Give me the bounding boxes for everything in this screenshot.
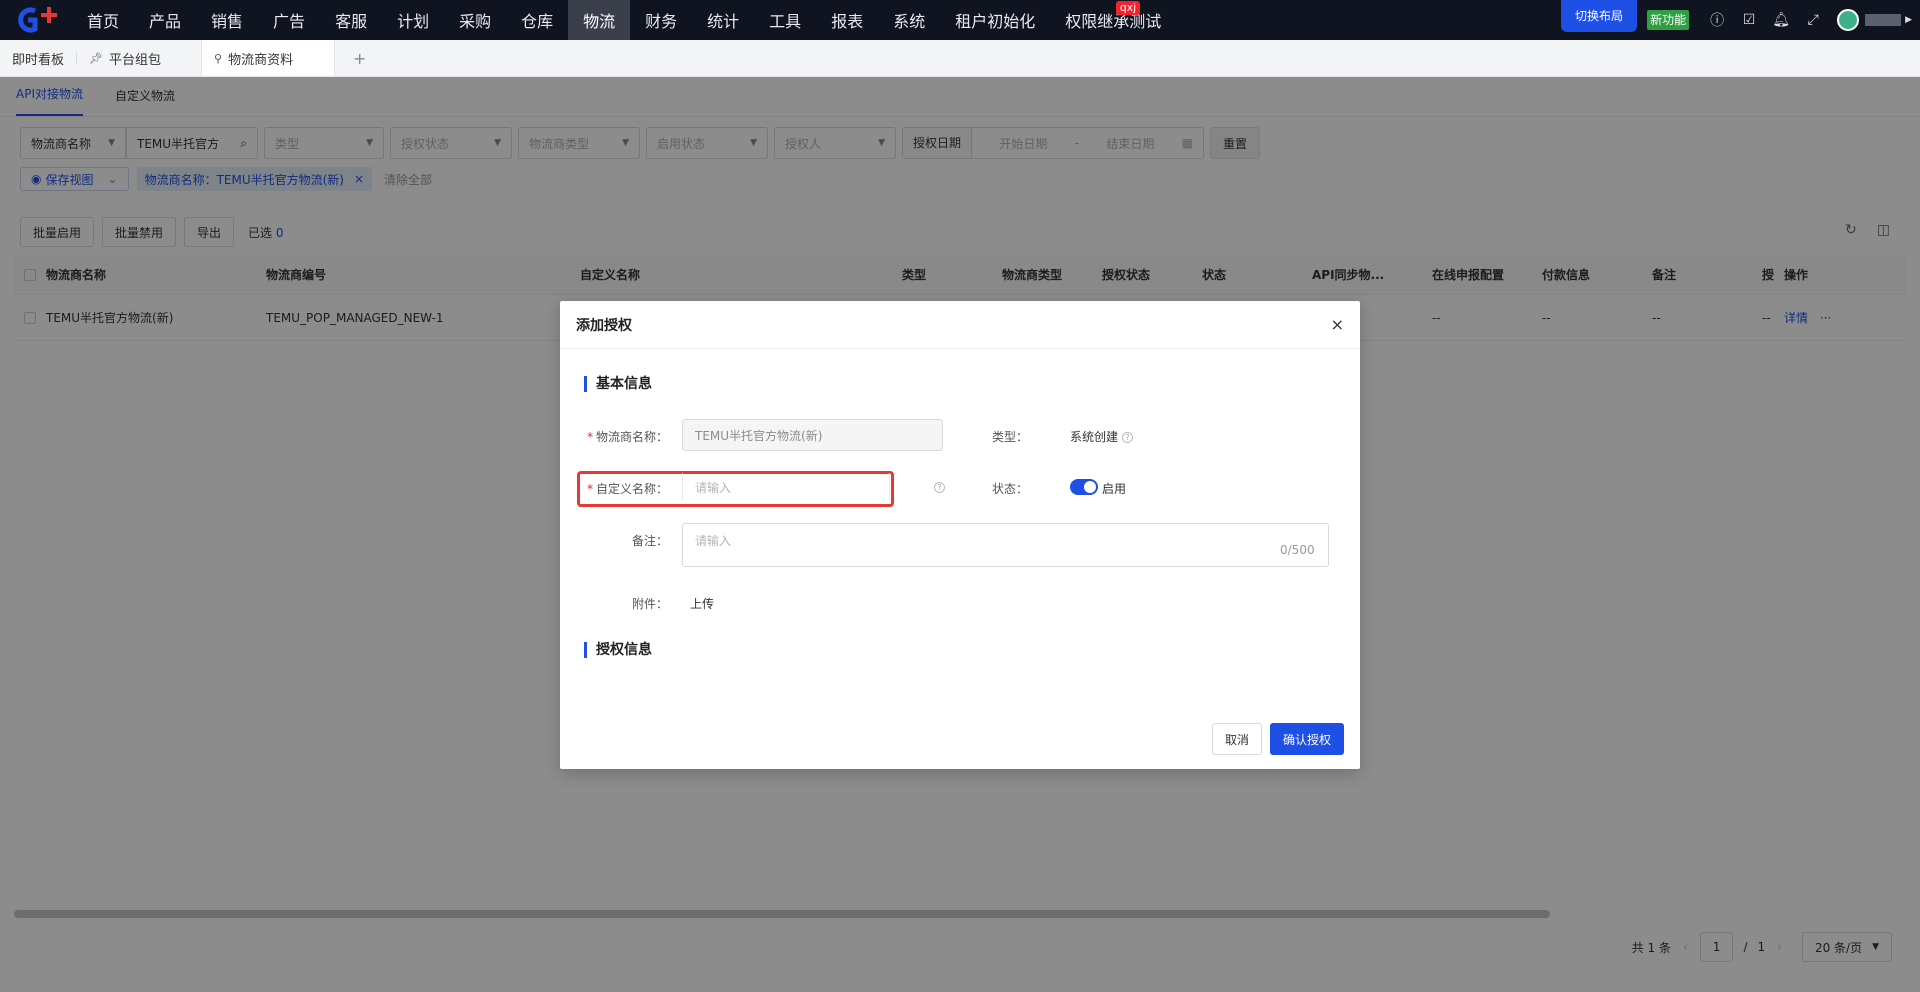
type-value: 系统创建? xyxy=(1070,428,1134,445)
nav-item-0[interactable]: 首页 xyxy=(72,0,134,40)
nav-item-13[interactable]: 系统 xyxy=(878,0,940,40)
nav-item-7[interactable]: 仓库 xyxy=(506,0,568,40)
nav-item-9[interactable]: 财务 xyxy=(630,0,692,40)
add-tab-button[interactable]: + xyxy=(335,40,384,76)
calendar-check-icon[interactable]: ☑ xyxy=(1733,12,1765,28)
remark-label: 备注： xyxy=(631,534,668,548)
nav-item-11[interactable]: 工具 xyxy=(754,0,816,40)
nav-item-15[interactable]: 权限继承测试 qxj xyxy=(1050,0,1176,40)
tab-platform-group[interactable]: 📌︎ 平台组包 xyxy=(77,40,173,76)
cancel-button[interactable]: 取消 xyxy=(1212,723,1262,755)
app-logo[interactable] xyxy=(0,0,72,40)
add-auth-dialog: 添加授权 × 基本信息 * 物流商名称： TEMU半托官方物流(新) 类型： 系统… xyxy=(560,301,1360,769)
nav-item-3[interactable]: 广告 xyxy=(258,0,320,40)
remark-char-count: 0/500 xyxy=(1280,543,1315,557)
tab-bar: 即时看板 📌︎ 平台组包 ⚲ 物流商资料 + xyxy=(0,40,1920,77)
switch-layout-button[interactable]: 切换布局 xyxy=(1561,0,1638,32)
custom-name-input[interactable]: 请输入 xyxy=(682,473,890,501)
section-basic-info: 基本信息 xyxy=(584,376,652,392)
dialog-title: 添加授权 xyxy=(576,317,632,334)
caret-right-icon[interactable]: ▶ xyxy=(1905,15,1912,25)
tab-logistics-provider[interactable]: ⚲ 物流商资料 xyxy=(201,40,335,76)
status-value: 启用 xyxy=(1102,482,1127,496)
user-badge: qxj xyxy=(1115,1,1141,15)
info-icon[interactable]: ⓘ xyxy=(1701,10,1733,30)
nav-item-8[interactable]: 物流 xyxy=(568,0,631,40)
custom-name-label: * 自定义名称： xyxy=(586,482,668,496)
close-icon[interactable]: × xyxy=(1331,315,1344,334)
nav-item-12[interactable]: 报表 xyxy=(816,0,878,40)
new-feature-badge[interactable]: 新功能 xyxy=(1647,10,1690,30)
avatar[interactable] xyxy=(1837,9,1860,31)
confirm-auth-button[interactable]: 确认授权 xyxy=(1270,723,1344,755)
tab-dashboard[interactable]: 即时看板 xyxy=(0,40,76,76)
dialog-header: 添加授权 × xyxy=(560,301,1360,349)
nav-item-2[interactable]: 销售 xyxy=(196,0,258,40)
help-icon[interactable]: ? xyxy=(934,482,945,493)
nav-item-10[interactable]: 统计 xyxy=(692,0,754,40)
top-nav: 首页 产品 销售 广告 客服 计划 采购 仓库 物流 财务 统计 工具 报表 系统 租户初始化 权限继承测试 q… xyxy=(0,0,1920,40)
section-auth-info: 授权信息 xyxy=(584,642,652,658)
nav-item-14[interactable]: 租户初始化 xyxy=(940,0,1050,40)
status-toggle[interactable] xyxy=(1070,479,1098,495)
fullscreen-icon[interactable]: ⤢ xyxy=(1797,12,1829,28)
provider-name-input: TEMU半托官方物流(新) xyxy=(682,419,943,451)
provider-name-label: * 物流商名称： xyxy=(586,430,668,444)
help-icon[interactable]: ? xyxy=(1122,432,1134,443)
pin-icon[interactable]: 📌︎ xyxy=(89,52,103,65)
type-label: 类型： xyxy=(991,430,1028,444)
status-label: 状态： xyxy=(991,482,1028,496)
nav-item-4[interactable]: 客服 xyxy=(320,0,382,40)
upload-link[interactable]: 上传 xyxy=(690,595,714,612)
attachment-label: 附件： xyxy=(631,597,668,611)
username-redacted xyxy=(1865,14,1902,26)
bell-icon[interactable]: 🔔︎ xyxy=(1765,12,1797,28)
remark-textarea[interactable]: 请输入 xyxy=(682,523,1329,567)
nav-item-5[interactable]: 计划 xyxy=(382,0,444,40)
nav-item-6[interactable]: 采购 xyxy=(444,0,506,40)
pin-icon[interactable]: ⚲ xyxy=(214,52,222,65)
nav-item-1[interactable]: 产品 xyxy=(134,0,196,40)
